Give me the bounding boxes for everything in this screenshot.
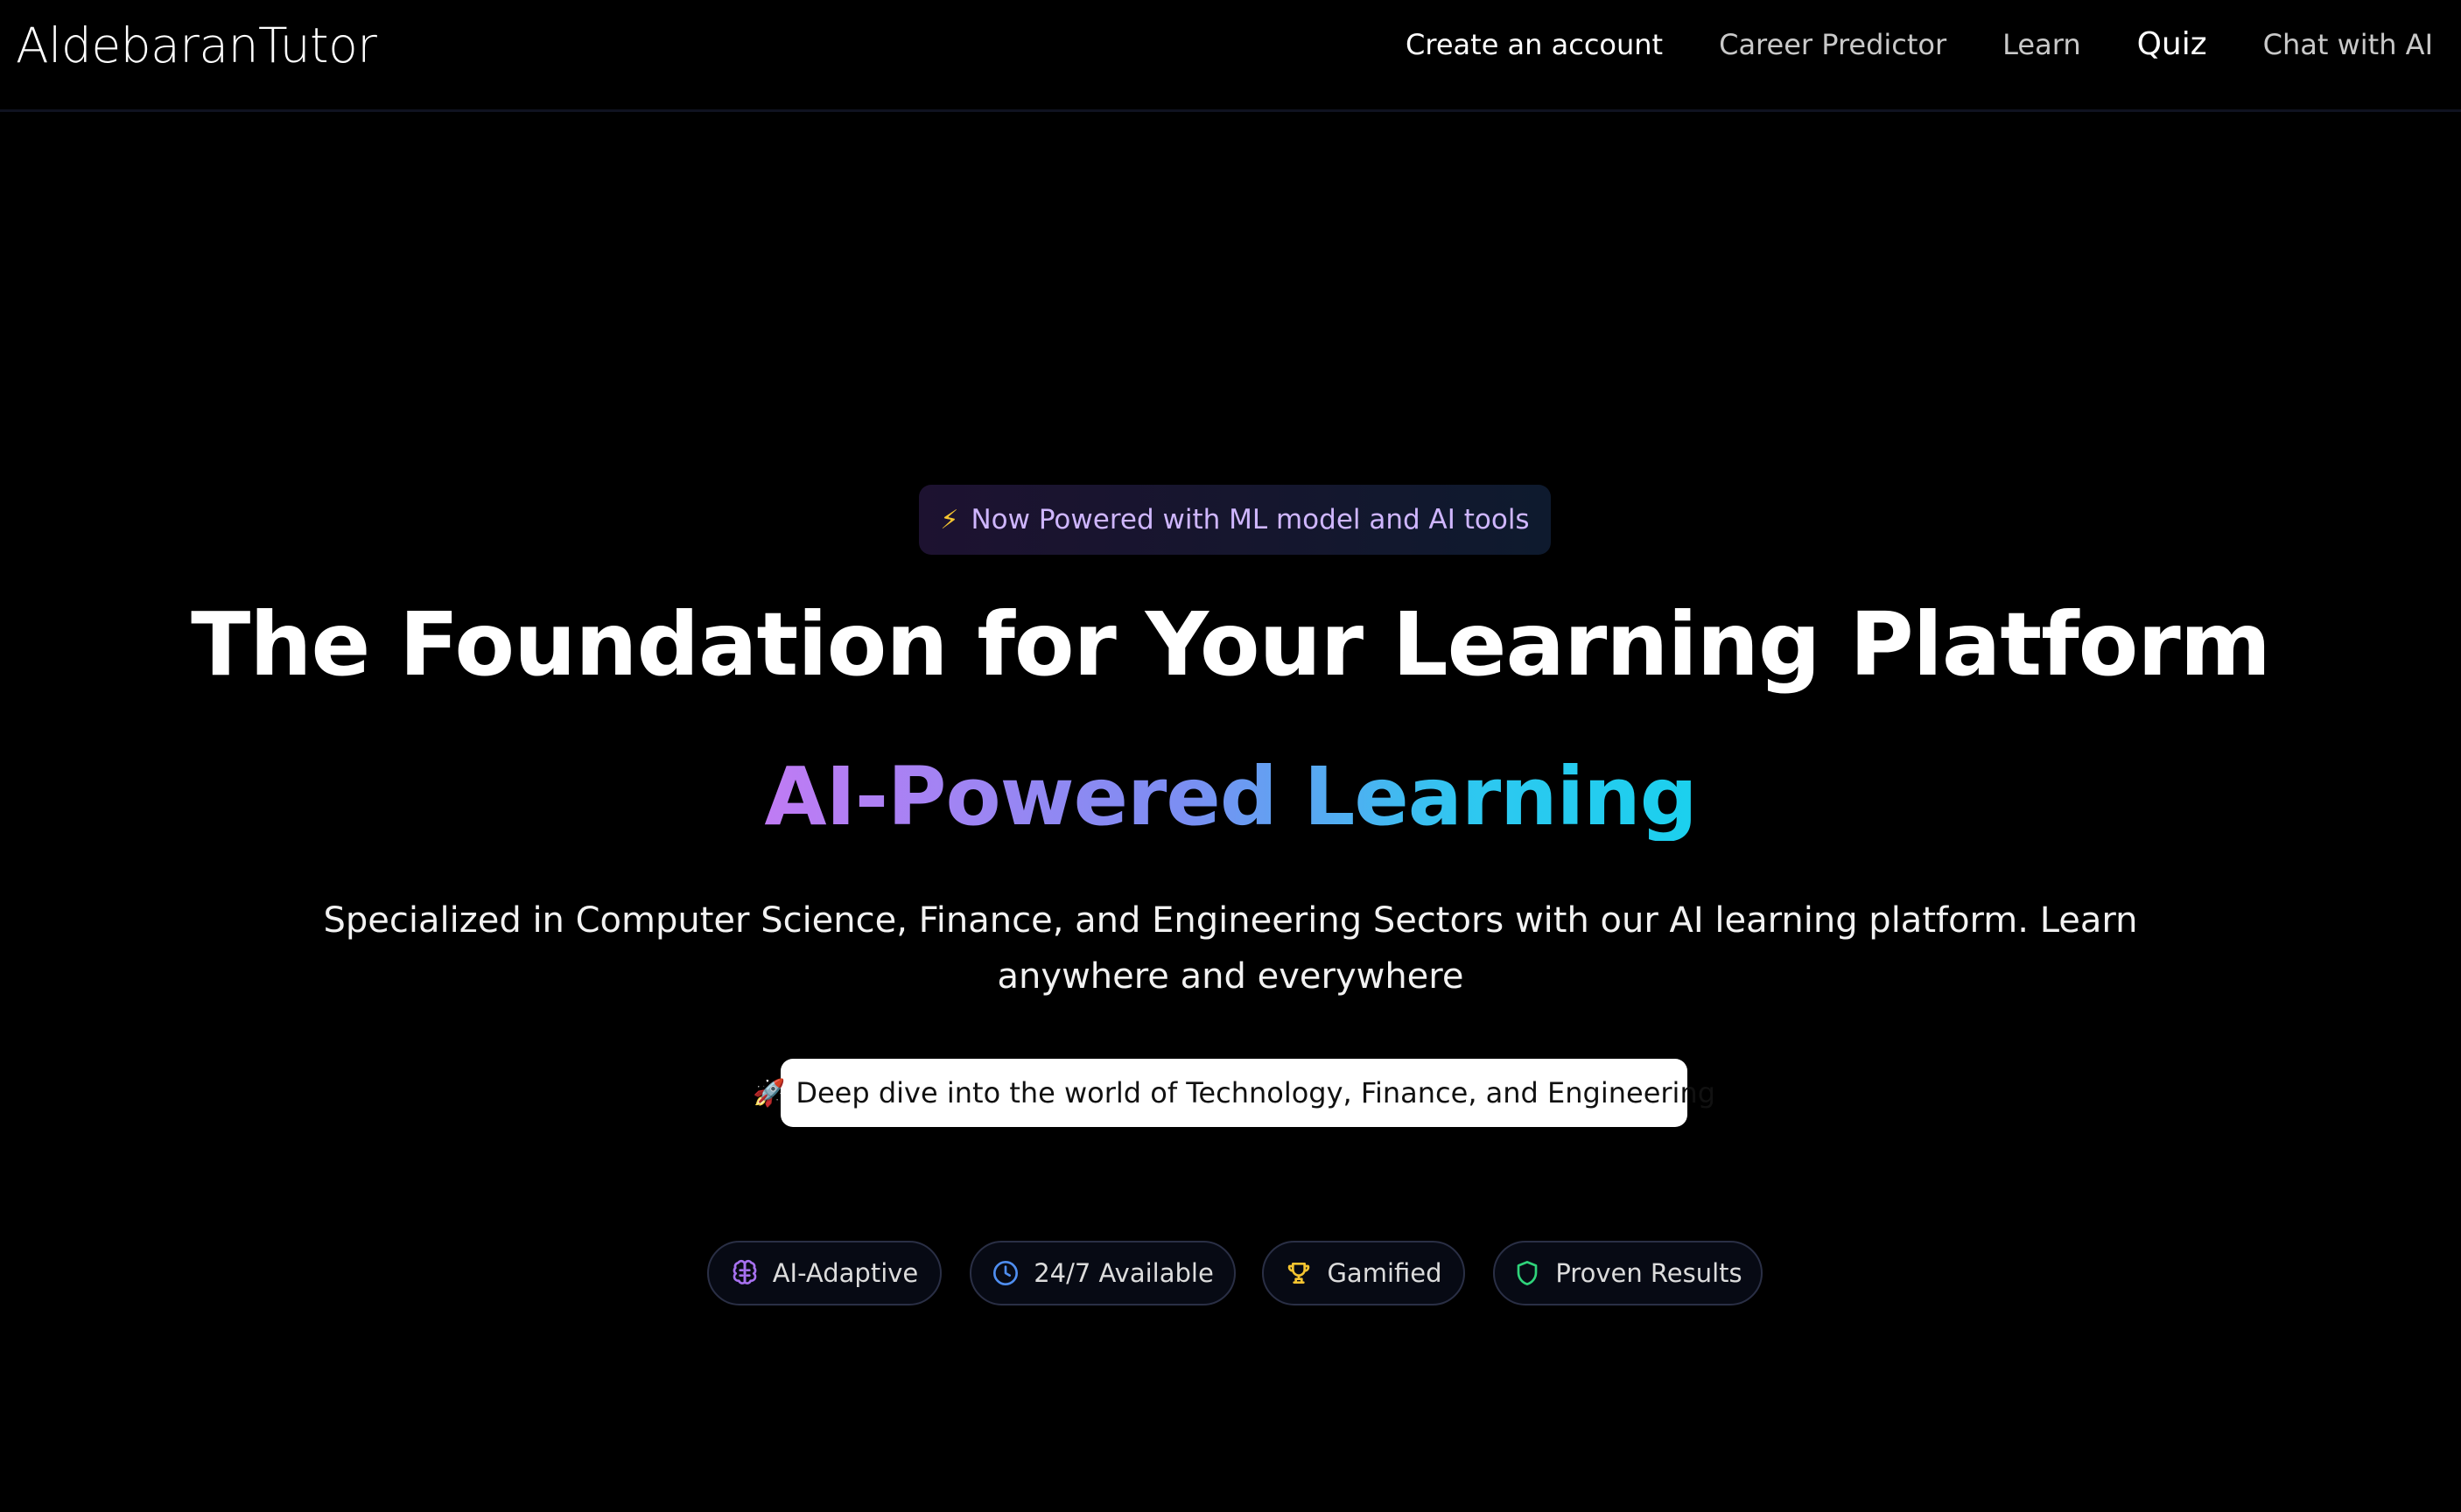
nav-learn[interactable]: Learn <box>2002 28 2080 61</box>
deep-dive-button-label: Deep dive into the world of Technology, … <box>796 1076 1716 1110</box>
deep-dive-button[interactable]: 🚀 Deep dive into the world of Technology… <box>753 1059 1715 1127</box>
announcement-text: Now Powered with ML model and AI tools <box>971 504 1530 536</box>
nav-career-predictor[interactable]: Career Predictor <box>1719 28 1946 61</box>
feature-pill-proven-results: Proven Results <box>1493 1241 1763 1306</box>
nav-chat-with-ai[interactable]: Chat with AI <box>2263 28 2433 61</box>
trophy-icon <box>1285 1259 1313 1287</box>
shield-icon <box>1513 1259 1541 1287</box>
feature-pill-gamified: Gamified <box>1262 1241 1465 1306</box>
hero-section: ⚡ Now Powered with ML model and AI tools… <box>0 112 2461 1512</box>
main-nav: Create an account Career Predictor Learn… <box>1406 26 2433 62</box>
hero-headline: The Foundation for Your Learning Platfor… <box>191 593 2271 696</box>
brain-icon <box>731 1259 759 1287</box>
nav-create-account[interactable]: Create an account <box>1406 28 1663 61</box>
hero-subheadline: AI-Powered Learning <box>0 752 2461 841</box>
hero-subheadline-text: AI-Powered Learning <box>764 750 1697 844</box>
feature-pill-label: 24/7 Available <box>1034 1258 1214 1288</box>
nav-quiz[interactable]: Quiz <box>2137 26 2207 62</box>
clock-icon <box>992 1259 1020 1287</box>
feature-pill-label: Gamified <box>1327 1258 1442 1288</box>
announcement-badge: ⚡ Now Powered with ML model and AI tools <box>919 485 1551 555</box>
hero-description: Specialized in Computer Science, Finance… <box>323 900 2138 997</box>
feature-pill-label: AI-Adaptive <box>772 1258 919 1288</box>
feature-pill-ai-adaptive: AI-Adaptive <box>707 1241 942 1306</box>
feature-pill-24-7-available: 24/7 Available <box>970 1241 1236 1306</box>
feature-pill-label: Proven Results <box>1555 1258 1742 1288</box>
rocket-icon: 🚀 <box>752 1077 786 1109</box>
lightning-icon: ⚡ <box>940 504 959 536</box>
top-navigation-bar: AldebaranTutor Create an account Career … <box>0 0 2461 112</box>
brand-logo[interactable]: AldebaranTutor <box>16 18 377 74</box>
